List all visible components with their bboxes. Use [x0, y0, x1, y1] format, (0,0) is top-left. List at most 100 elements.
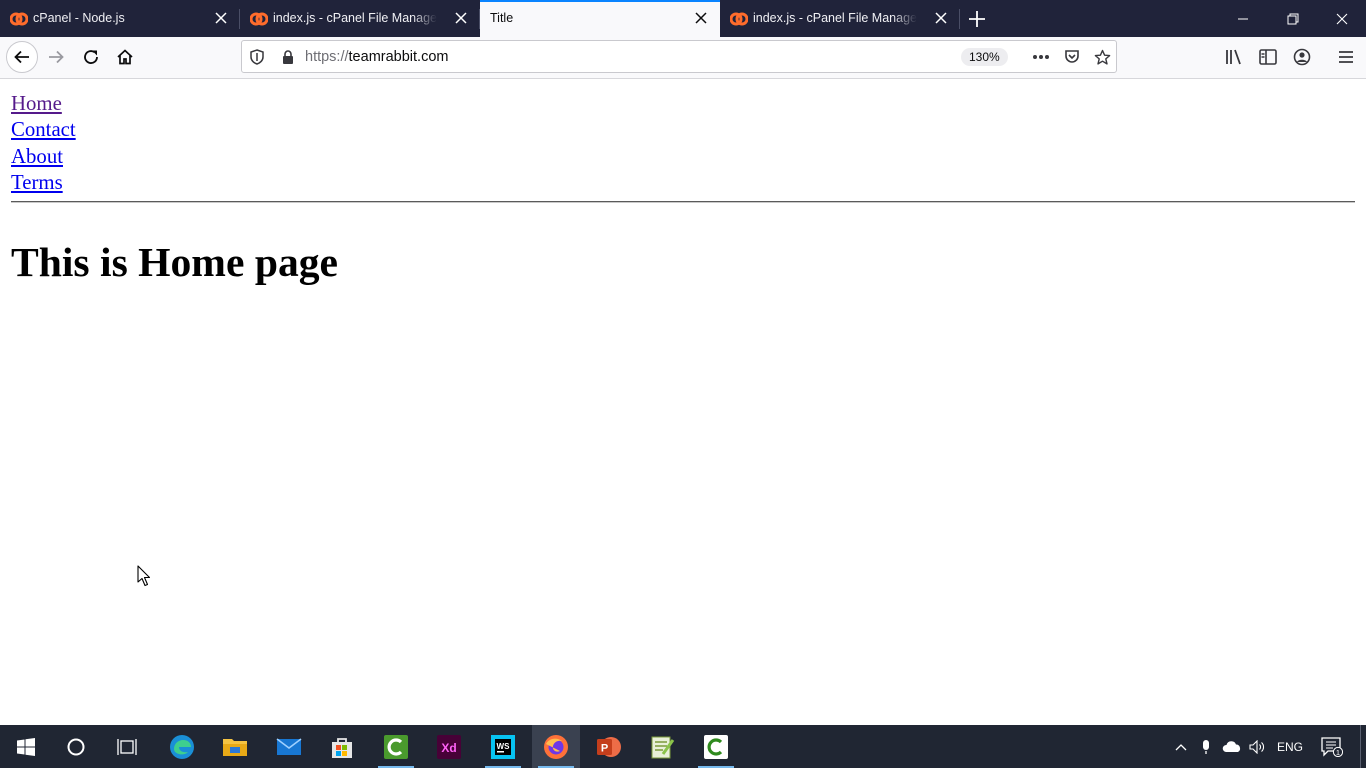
restore-button[interactable] — [1270, 0, 1316, 37]
cortana-search-icon — [67, 738, 85, 755]
url-text[interactable]: https://teamrabbit.com — [305, 49, 448, 65]
adobe-xd-icon: Xd — [437, 734, 461, 759]
url-host: teamrabbit.com — [348, 49, 449, 65]
forward-button[interactable] — [40, 41, 72, 73]
notification-icon: 1 — [1321, 736, 1343, 757]
cpanel-icon — [730, 12, 748, 26]
hamburger-menu-icon[interactable] — [1335, 46, 1357, 68]
cpanel-icon — [250, 12, 268, 26]
taskbar-app-notepad-plus-plus[interactable] — [638, 725, 686, 768]
close-icon — [1336, 13, 1348, 24]
tab-title: cPanel - Node.js — [33, 11, 125, 25]
task-view-icon — [117, 738, 137, 755]
store-icon — [332, 737, 352, 758]
taskbar-app-camtasia-recorder[interactable] — [692, 725, 740, 768]
arrow-left-icon — [14, 50, 29, 64]
input-language-indicator[interactable]: ENG — [1272, 725, 1308, 768]
close-tab-icon[interactable] — [934, 11, 948, 25]
show-hidden-icons-button[interactable] — [1170, 725, 1192, 768]
task-view-button[interactable] — [103, 725, 151, 768]
close-tab-icon[interactable] — [214, 11, 228, 25]
taskbar-app-webstorm[interactable]: WS — [479, 725, 527, 768]
nav-link-about[interactable]: About — [11, 144, 76, 170]
svg-text:Xd: Xd — [441, 741, 456, 755]
cortana-search-button[interactable] — [52, 725, 100, 768]
tab-title: Title — [490, 11, 514, 25]
library-icon[interactable] — [1223, 46, 1245, 68]
home-icon — [117, 49, 133, 65]
action-center-button[interactable]: 1 — [1318, 725, 1346, 768]
onedrive-tray[interactable] — [1220, 725, 1244, 768]
tab-cpanel-nodejs[interactable]: cPanel - Node.js — [0, 0, 240, 37]
windows-taskbar: Xd WS P ENG 1 — [0, 725, 1366, 768]
speaker-icon — [1249, 739, 1264, 754]
taskbar-app-camtasia[interactable] — [372, 725, 420, 768]
page-heading: This is Home page — [11, 239, 339, 285]
tab-title: index.js - cPanel File Manager v — [753, 11, 917, 25]
minimize-button[interactable] — [1220, 0, 1266, 37]
chevron-up-icon — [1175, 743, 1187, 750]
restore-icon — [1287, 13, 1299, 24]
edge-icon — [170, 734, 194, 759]
mail-icon — [276, 737, 302, 755]
svg-text:P: P — [601, 742, 608, 754]
nav-link-terms[interactable]: Terms — [11, 170, 76, 196]
sidebar-toggle-icon[interactable] — [1257, 46, 1279, 68]
notepad-plus-plus-icon — [651, 736, 675, 758]
nav-link-home[interactable]: Home — [11, 91, 76, 117]
bookmark-star-icon[interactable] — [1093, 48, 1111, 66]
site-nav: Home Contact About Terms — [11, 91, 76, 197]
taskbar-app-adobe-xd[interactable]: Xd — [425, 725, 473, 768]
taskbar-app-file-explorer[interactable] — [211, 725, 259, 768]
zoom-level-badge[interactable]: 130% — [961, 48, 1008, 66]
camtasia-icon — [384, 734, 408, 759]
minimize-icon — [1238, 18, 1248, 19]
tab-index-js-file-manager-2[interactable]: index.js - cPanel File Manager v — [720, 0, 960, 37]
home-button[interactable] — [109, 41, 141, 73]
tab-title-active[interactable]: Title — [480, 0, 720, 37]
arrow-right-icon — [49, 50, 64, 64]
tab-index-js-file-manager[interactable]: index.js - cPanel File Manager v — [240, 0, 480, 37]
taskbar-app-store[interactable] — [318, 725, 366, 768]
show-desktop-button[interactable] — [1360, 725, 1366, 768]
file-explorer-icon — [223, 738, 247, 756]
tab-strip: cPanel - Node.js index.js - cPanel File … — [0, 0, 1366, 37]
close-window-button[interactable] — [1319, 0, 1365, 37]
taskbar-app-firefox[interactable] — [532, 725, 580, 768]
web-page-content: Home Contact About Terms This is Home pa… — [0, 79, 1366, 725]
lock-icon[interactable] — [279, 48, 297, 66]
account-icon[interactable] — [1291, 46, 1313, 68]
powerpoint-icon: P — [597, 736, 621, 757]
microphone-icon — [1203, 739, 1209, 754]
mouse-pointer-icon — [137, 565, 151, 587]
close-tab-icon[interactable] — [454, 11, 468, 25]
taskbar-app-edge[interactable] — [158, 725, 206, 768]
pocket-icon[interactable] — [1063, 48, 1081, 66]
close-tab-icon[interactable] — [694, 11, 708, 25]
start-icon — [17, 737, 35, 756]
volume-tray[interactable] — [1246, 725, 1268, 768]
back-button[interactable] — [6, 41, 38, 73]
url-scheme: https:// — [305, 49, 349, 65]
start-button[interactable] — [2, 725, 50, 768]
url-bar[interactable]: https://teamrabbit.com 130% — [241, 40, 1117, 73]
new-tab-plus-icon[interactable] — [966, 8, 988, 30]
reload-icon — [84, 50, 98, 64]
firefox-icon — [544, 734, 568, 759]
tab-title: index.js - cPanel File Manager v — [273, 11, 437, 25]
page-actions-ellipsis-icon[interactable] — [1032, 48, 1050, 66]
navigation-toolbar: https://teamrabbit.com 130% — [0, 37, 1366, 79]
camtasia-recorder-icon — [704, 734, 728, 759]
microphone-tray[interactable] — [1196, 725, 1216, 768]
onedrive-cloud-icon — [1222, 740, 1241, 752]
cpanel-icon — [10, 12, 28, 26]
tracking-protection-shield-icon[interactable] — [248, 48, 266, 66]
horizontal-divider — [11, 201, 1355, 203]
webstorm-icon: WS — [491, 734, 515, 759]
reload-button[interactable] — [75, 41, 107, 73]
nav-link-contact[interactable]: Contact — [11, 117, 76, 143]
taskbar-app-powerpoint[interactable]: P — [585, 725, 633, 768]
notification-count: 1 — [1336, 748, 1340, 757]
svg-text:WS: WS — [497, 742, 511, 751]
taskbar-app-mail[interactable] — [265, 725, 313, 768]
